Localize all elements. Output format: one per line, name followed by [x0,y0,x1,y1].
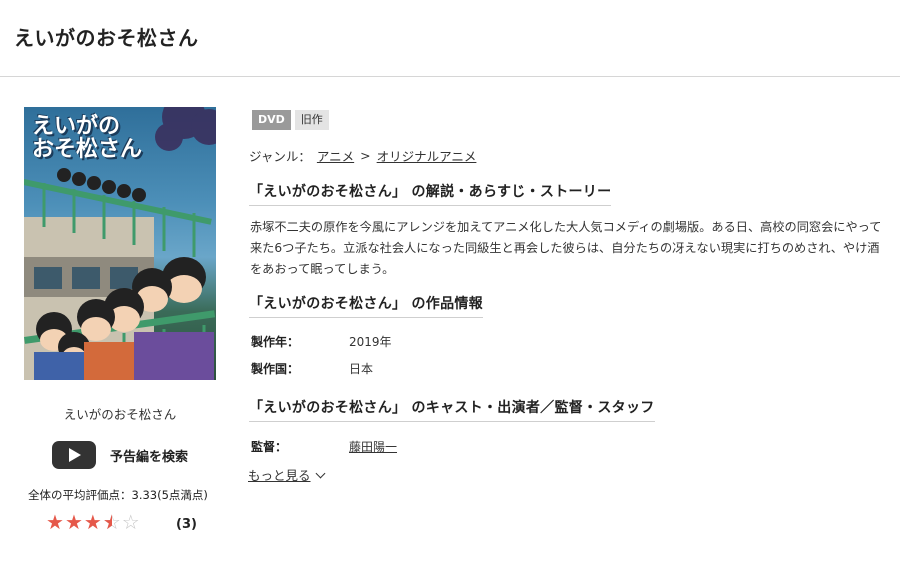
star-full-icon: ★ [46,510,64,534]
play-icon [52,441,96,469]
genre-link-anime[interactable]: アニメ [317,146,354,165]
format-tags: DVD 旧作 [252,110,329,130]
cast-staff-heading: 「えいがのおそ松さん」 のキャスト・出演者／監督・スタッフ [249,397,655,422]
director-link[interactable]: 藤田陽一 [349,438,397,455]
tag-dvd: DVD [252,110,291,130]
rating-stars: ★ ★ ★ ☆ ☆ [46,512,140,532]
production-country-value: 日本 [349,362,374,376]
star-full-icon: ★ [64,510,83,534]
production-year-label: 製作年： [251,335,300,349]
director-label: 監督： [251,440,288,454]
star-half-icon: ☆ [103,512,121,532]
genre-link-original-anime[interactable]: オリジナルアニメ [377,146,477,165]
movie-poster-image[interactable]: えいがの おそ松さん [24,107,216,380]
show-more-button[interactable]: もっと見る [248,465,325,484]
show-more-label: もっと見る [248,468,311,483]
poster-caption: えいがのおそ松さん [63,407,177,422]
synopsis-heading: 「えいがのおそ松さん」 の解説・あらすじ・ストーリー [249,181,612,206]
review-count-link[interactable]: (3) [176,517,197,532]
trailer-search-button[interactable]: 予告編を検索 [52,441,188,469]
synopsis-text: 赤塚不二夫の原作を今風にアレンジを加えてアニメ化した大人気コメディの劇場版。ある… [250,220,882,276]
page-title: えいがのおそ松さん [14,26,199,50]
work-info-heading: 「えいがのおそ松さん」 の作品情報 [249,293,483,318]
chevron-down-icon [315,468,325,478]
production-country-row: 製作国： 日本 [251,360,373,377]
tag-old-release: 旧作 [294,110,329,130]
header-divider [0,76,900,77]
genre-label: ジャンル： [249,149,311,164]
production-year-row: 製作年： 2019年 [251,333,392,350]
average-rating-text: 全体の平均評価点：3.33(5点満点) [28,488,208,502]
genre-separator: > [360,148,371,163]
production-country-label: 製作国： [251,362,300,376]
trailer-search-label: 予告編を検索 [110,449,189,465]
production-year-value: 2019年 [349,335,392,349]
genre-breadcrumb: ジャンル： アニメ > オリジナルアニメ [249,146,476,165]
star-full-icon: ★ [83,510,102,534]
poster-title-logo: えいがの おそ松さん [32,114,143,163]
star-empty-icon: ☆ [121,510,140,534]
director-row: 監督： 藤田陽一 [251,438,397,455]
